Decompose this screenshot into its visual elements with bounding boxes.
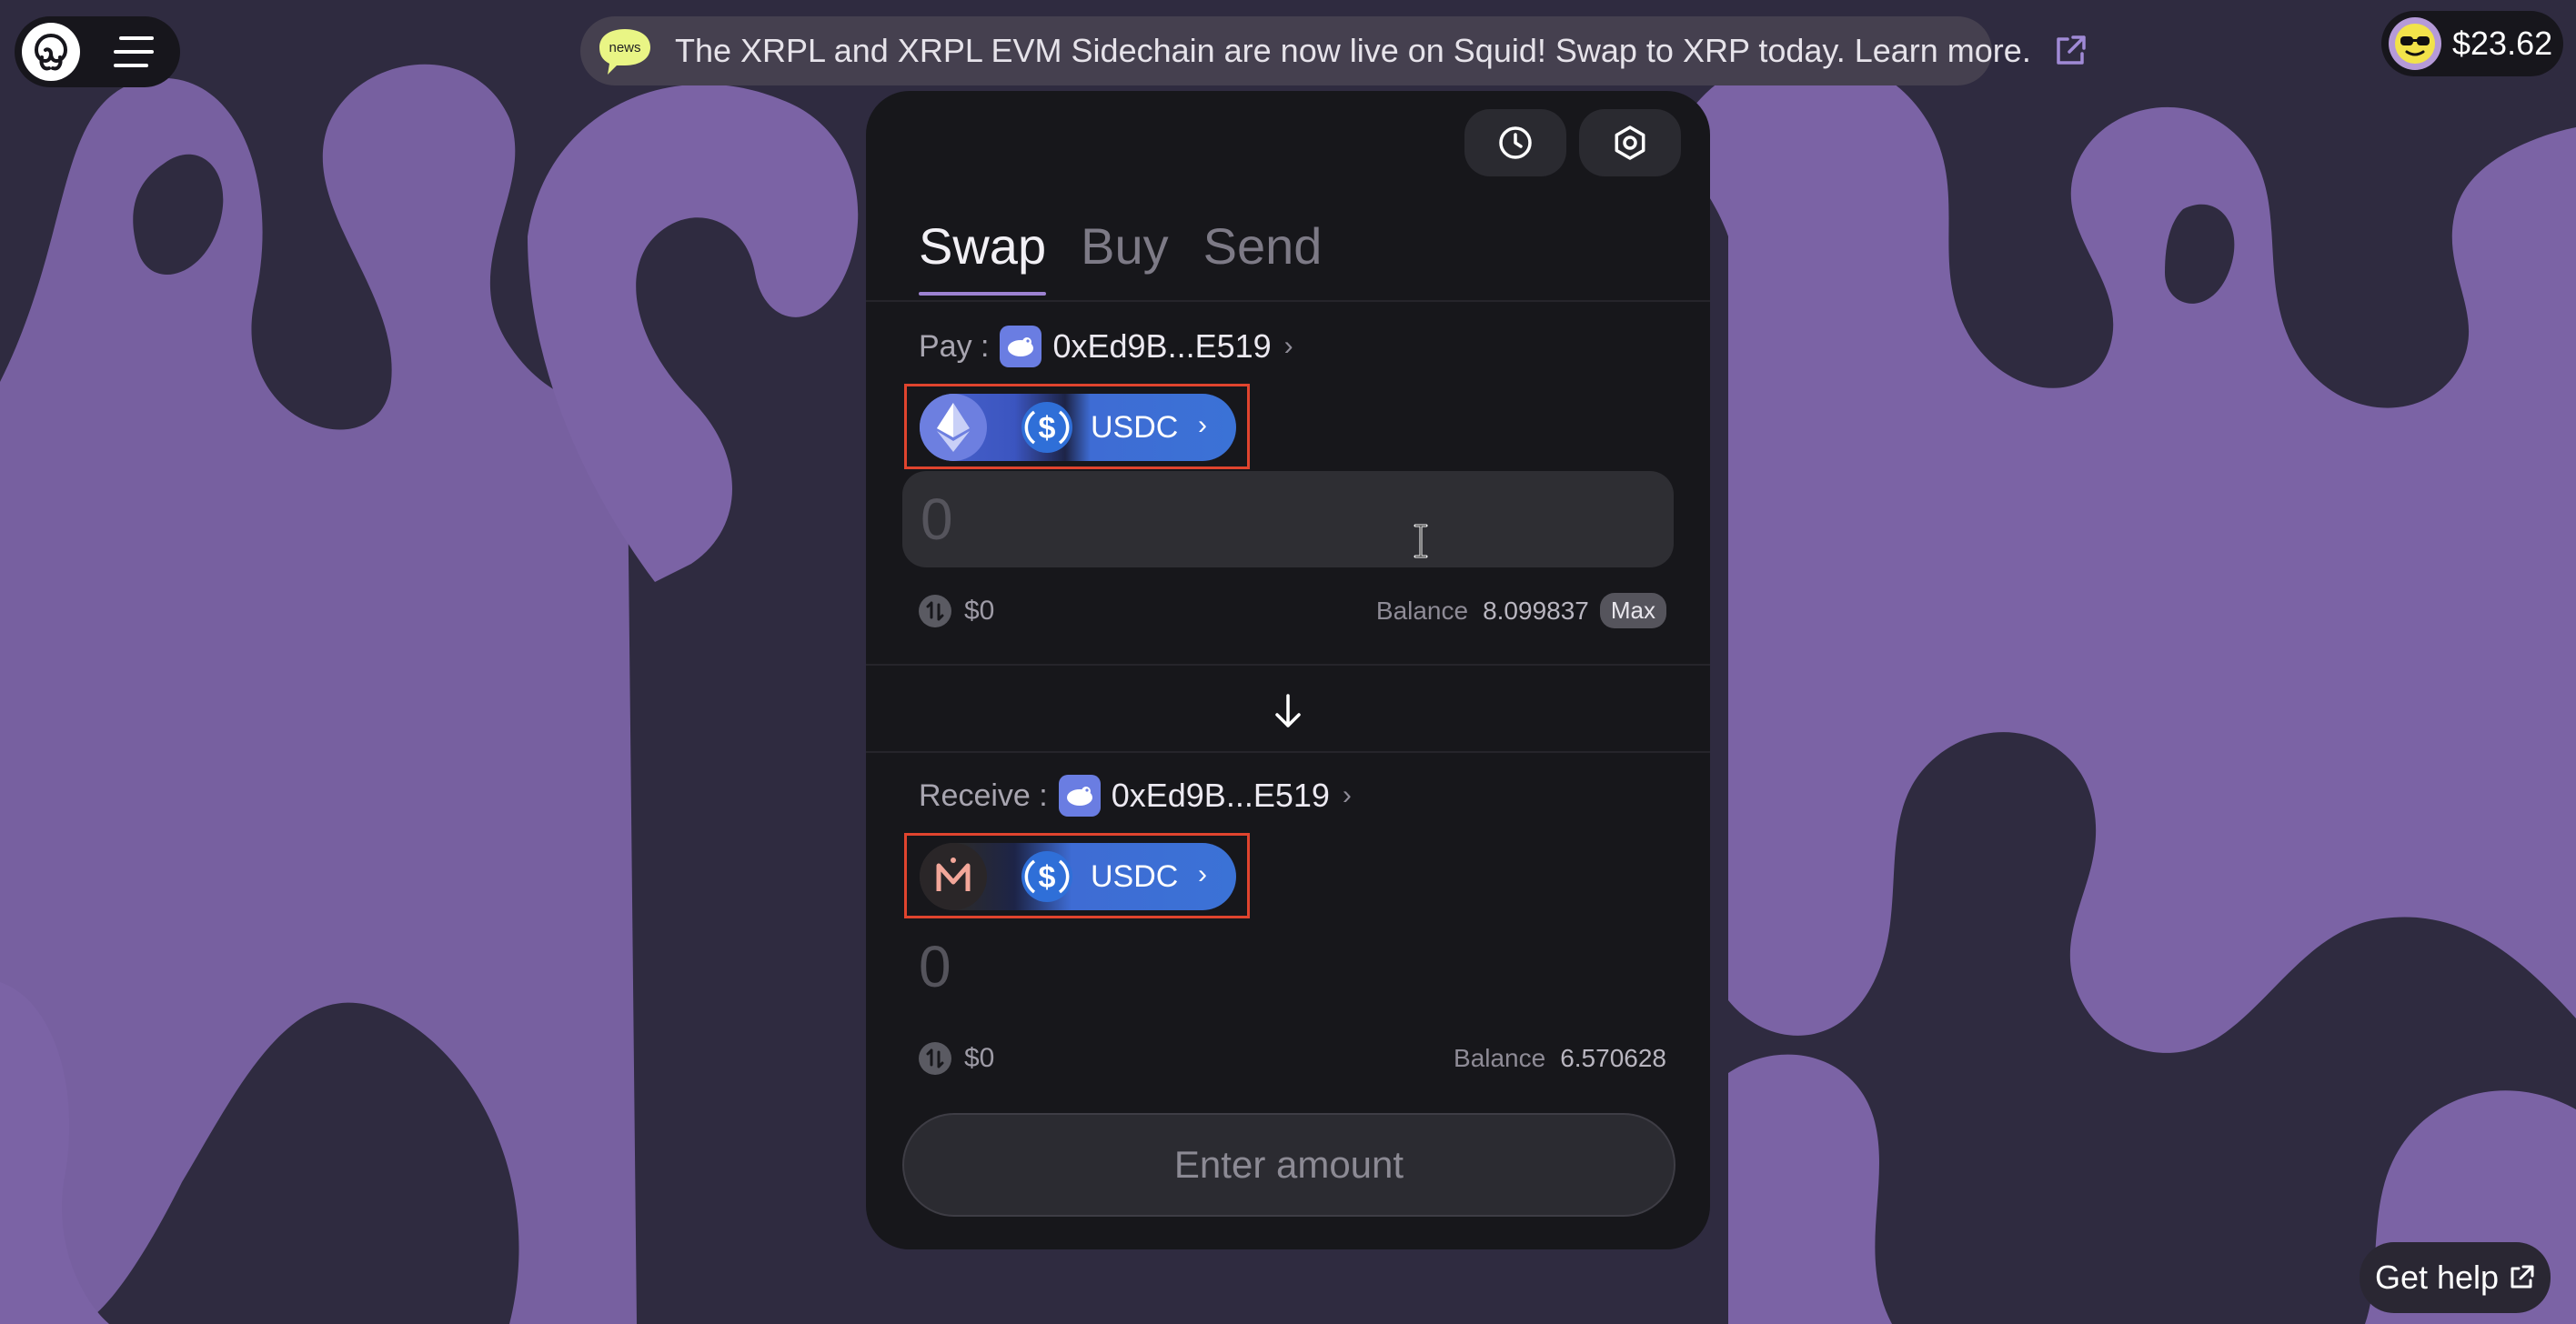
svg-text:$: $ — [1039, 411, 1056, 446]
news-banner[interactable]: news The XRPL and XRPL EVM Sidechain are… — [580, 16, 2086, 85]
pay-token-chevron-icon: › — [1198, 410, 1207, 440]
squid-logo-icon[interactable] — [22, 23, 80, 81]
receive-balance: Balance 6.570628 — [1454, 1044, 1666, 1073]
receive-token-chevron-icon: › — [1198, 859, 1207, 889]
hamburger-menu-icon[interactable] — [107, 25, 162, 79]
wallet-icon — [1058, 775, 1101, 817]
receive-address[interactable]: 0xEd9B...E519 — [1112, 777, 1330, 815]
pay-usd-value: $0 — [964, 595, 995, 626]
swap-units-icon[interactable] — [919, 594, 951, 627]
avatar-icon — [2389, 17, 2441, 70]
receive-label: Receive : — [919, 777, 1048, 813]
swap-card: Swap Buy Send Pay : 0xEd9B...E519 › $ US… — [866, 91, 1710, 1249]
pay-sub-row: $0 Balance 8.099837 Max — [919, 593, 1666, 628]
pay-token-name: USDC — [1091, 410, 1179, 445]
pay-row: Pay : 0xEd9B...E519 › — [919, 326, 1293, 367]
settings-gear-icon — [1615, 125, 1645, 160]
receive-token-selector[interactable]: $ USDC › — [904, 833, 1250, 918]
history-button[interactable] — [1464, 109, 1566, 176]
history-clock-icon — [1499, 126, 1532, 159]
news-text[interactable]: The XRPL and XRPL EVM Sidechain are now … — [675, 32, 2031, 70]
tab-send[interactable]: Send — [1203, 216, 1323, 296]
pay-amount-input[interactable] — [902, 471, 1674, 567]
wallet-icon — [1000, 326, 1042, 367]
receive-balance-label: Balance — [1454, 1044, 1546, 1072]
pay-divider — [866, 664, 1710, 666]
receive-balance-value: 6.570628 — [1560, 1044, 1666, 1072]
arrow-down-icon — [1275, 694, 1301, 727]
receive-row: Receive : 0xEd9B...E519 › — [919, 775, 1352, 817]
pay-address[interactable]: 0xEd9B...E519 — [1052, 327, 1271, 366]
receive-token-pill: $ USDC › — [920, 843, 1236, 910]
tab-swap[interactable]: Swap — [919, 216, 1047, 296]
get-help-button[interactable]: Get help — [2360, 1242, 2551, 1313]
receive-address-chevron-icon[interactable]: › — [1343, 780, 1352, 811]
usdc-icon: $ — [1018, 848, 1076, 906]
pay-balance: Balance 8.099837 Max — [1376, 593, 1666, 628]
enter-amount-button[interactable]: Enter amount — [902, 1113, 1675, 1217]
settings-button[interactable] — [1579, 109, 1681, 176]
tab-bar: Swap Buy Send — [919, 216, 1322, 296]
receive-sub-row: $0 Balance 6.570628 — [919, 1042, 1666, 1075]
pay-token-pill: $ USDC › — [920, 394, 1236, 461]
receive-usd-value: $0 — [964, 1043, 995, 1073]
pay-label: Pay : — [919, 328, 990, 364]
receive-divider — [866, 751, 1710, 753]
pay-address-chevron-icon[interactable]: › — [1284, 331, 1293, 362]
external-link-icon[interactable] — [2053, 34, 2088, 68]
swap-units-icon[interactable] — [919, 1042, 951, 1075]
tab-buy[interactable]: Buy — [1081, 216, 1169, 296]
svg-text:$: $ — [1039, 860, 1056, 895]
svg-text:news: news — [609, 40, 640, 55]
text-cursor-icon — [1414, 524, 1428, 558]
pay-balance-label: Balance — [1375, 596, 1469, 625]
wallet-balance-chip[interactable]: $23.62 — [2381, 11, 2563, 76]
max-button[interactable]: Max — [1599, 593, 1666, 628]
usdc-icon: $ — [1018, 398, 1076, 456]
mantle-icon — [920, 843, 987, 910]
ethereum-icon — [920, 394, 987, 461]
tabs-divider — [866, 300, 1710, 302]
wallet-balance: $23.62 — [2452, 25, 2553, 62]
receive-amount: 0 — [919, 934, 951, 999]
pay-balance-value: 8.099837 — [1483, 596, 1589, 625]
external-link-icon — [2511, 1265, 2534, 1289]
top-left-nav — [15, 16, 180, 87]
receive-token-name: USDC — [1091, 859, 1179, 894]
get-help-label: Get help — [2374, 1259, 2500, 1296]
news-badge-icon: news — [597, 25, 653, 77]
pay-token-selector[interactable]: $ USDC › — [904, 384, 1250, 469]
swap-direction-button[interactable] — [1263, 686, 1313, 737]
